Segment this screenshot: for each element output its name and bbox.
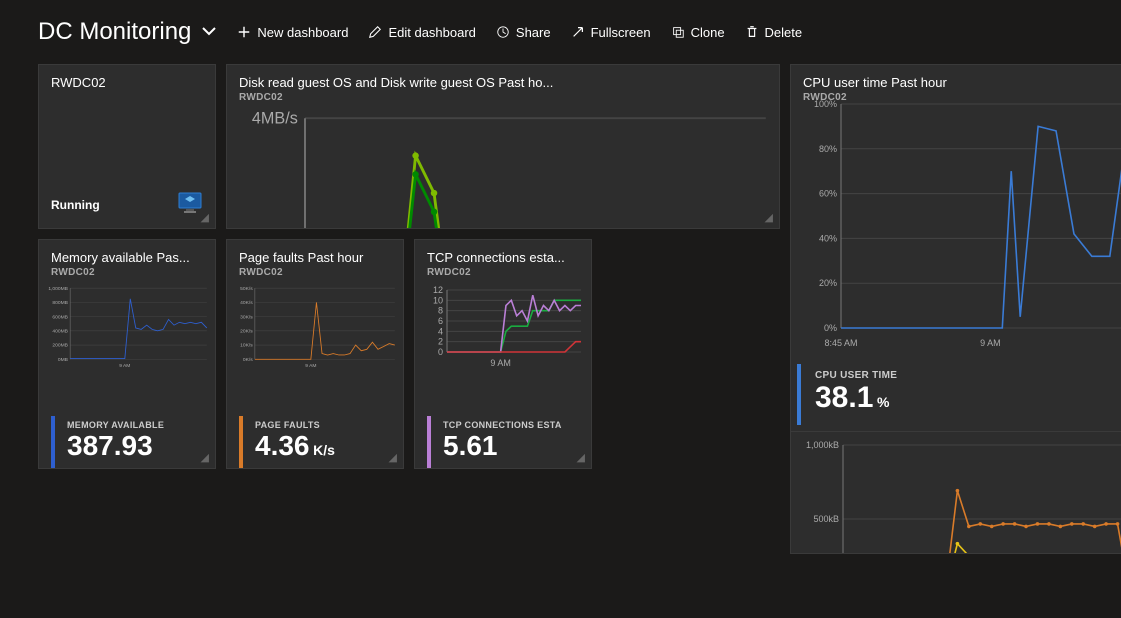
memory-host: RWDC02 [51, 267, 203, 278]
chevron-down-icon[interactable] [201, 23, 217, 42]
resize-icon[interactable]: ◢ [201, 451, 209, 464]
svg-text:800MB: 800MB [52, 300, 68, 306]
svg-text:60%: 60% [819, 189, 837, 199]
share-button[interactable]: Share [496, 25, 551, 40]
svg-text:8:45 AM: 8:45 AM [824, 338, 857, 348]
svg-text:80%: 80% [819, 144, 837, 154]
edit-dashboard-button[interactable]: Edit dashboard [368, 25, 475, 40]
fullscreen-label: Fullscreen [591, 25, 651, 40]
svg-text:100%: 100% [814, 100, 837, 109]
svg-text:2: 2 [438, 337, 443, 347]
tcp-tile[interactable]: TCP connections esta... RWDC02 024681012… [414, 239, 592, 469]
svg-text:0%: 0% [824, 323, 837, 333]
svg-text:20K/s: 20K/s [240, 328, 253, 334]
svg-text:200MB: 200MB [52, 343, 68, 349]
svg-text:12: 12 [433, 286, 443, 295]
fullscreen-button[interactable]: Fullscreen [571, 25, 651, 40]
resize-icon[interactable]: ◢ [389, 451, 397, 464]
svg-text:2MB/s: 2MB/s [252, 227, 298, 229]
delete-button[interactable]: Delete [745, 25, 803, 40]
memory-tile[interactable]: Memory available Pas... RWDC02 0MB 200MB 4… [38, 239, 216, 469]
resize-icon[interactable]: ◢ [765, 211, 773, 224]
svg-text:8: 8 [438, 306, 443, 316]
svg-text:400MB: 400MB [52, 328, 68, 334]
svg-text:1,000MB: 1,000MB [48, 286, 68, 292]
disk-title: Disk read guest OS and Disk write guest … [239, 75, 767, 90]
svg-text:50K/s: 50K/s [240, 286, 253, 292]
svg-text:10K/s: 10K/s [240, 343, 253, 349]
svg-text:600MB: 600MB [52, 314, 68, 320]
svg-text:1,000kB: 1,000kB [806, 441, 839, 450]
memory-metric-label: MEMORY AVAILABLE [67, 420, 164, 430]
share-label: Share [516, 25, 551, 40]
svg-text:20%: 20% [819, 278, 837, 288]
memory-title: Memory available Pas... [51, 250, 203, 265]
svg-text:9 AM: 9 AM [119, 363, 130, 368]
new-dashboard-button[interactable]: New dashboard [237, 25, 348, 40]
vm-status-tile[interactable]: RWDC02 Running ◢ [38, 64, 216, 229]
svg-text:40%: 40% [819, 233, 837, 243]
pagefaults-tile[interactable]: Page faults Past hour RWDC02 0K/s 10K/s 20… [226, 239, 404, 469]
resize-icon[interactable]: ◢ [201, 211, 209, 224]
cpu-title: CPU user time Past hour [803, 75, 1121, 90]
pf-metric-label: PAGE FAULTS [255, 420, 335, 430]
svg-text:30K/s: 30K/s [240, 314, 253, 320]
tcp-title: TCP connections esta... [427, 250, 579, 265]
disk-host: RWDC02 [239, 92, 767, 103]
cpu-metric-value: 38.1 [815, 381, 873, 414]
tcp-metric-value: 5.61 [443, 430, 498, 461]
svg-text:9 AM: 9 AM [305, 363, 316, 368]
vm-status-text: Running [51, 198, 100, 212]
delete-label: Delete [765, 25, 803, 40]
svg-text:0MB: 0MB [58, 357, 69, 363]
clone-button[interactable]: Clone [671, 25, 725, 40]
clone-label: Clone [691, 25, 725, 40]
new-dashboard-label: New dashboard [257, 25, 348, 40]
svg-text:10: 10 [433, 295, 443, 305]
edit-dashboard-label: Edit dashboard [388, 25, 475, 40]
pf-metric-unit: K/s [313, 442, 335, 458]
svg-text:40K/s: 40K/s [240, 300, 253, 306]
svg-text:9 AM: 9 AM [490, 358, 511, 368]
svg-text:9 AM: 9 AM [980, 338, 1001, 348]
pf-host: RWDC02 [239, 267, 391, 278]
pf-metric-value: 4.36 [255, 430, 310, 461]
resize-icon[interactable]: ◢ [577, 451, 585, 464]
cpu-metric-unit: % [877, 394, 889, 410]
memory-metric-value: 387.93 [67, 430, 153, 461]
disk-tile[interactable]: Disk read guest OS and Disk write guest … [226, 64, 780, 229]
vm-icon [177, 191, 203, 218]
svg-text:4: 4 [438, 326, 443, 336]
dashboard-title: DC Monitoring [38, 18, 191, 46]
svg-text:500kB: 500kB [813, 514, 839, 524]
pf-title: Page faults Past hour [239, 250, 391, 265]
svg-text:6: 6 [438, 316, 443, 326]
tcp-metric-label: TCP CONNECTIONS ESTA [443, 420, 562, 430]
cpu-metric-label: CPU USER TIME [815, 370, 897, 381]
tcp-host: RWDC02 [427, 267, 579, 278]
svg-text:0K/s: 0K/s [243, 357, 253, 363]
vm-name: RWDC02 [51, 75, 203, 90]
svg-text:0: 0 [438, 347, 443, 357]
svg-text:4MB/s: 4MB/s [252, 111, 298, 128]
